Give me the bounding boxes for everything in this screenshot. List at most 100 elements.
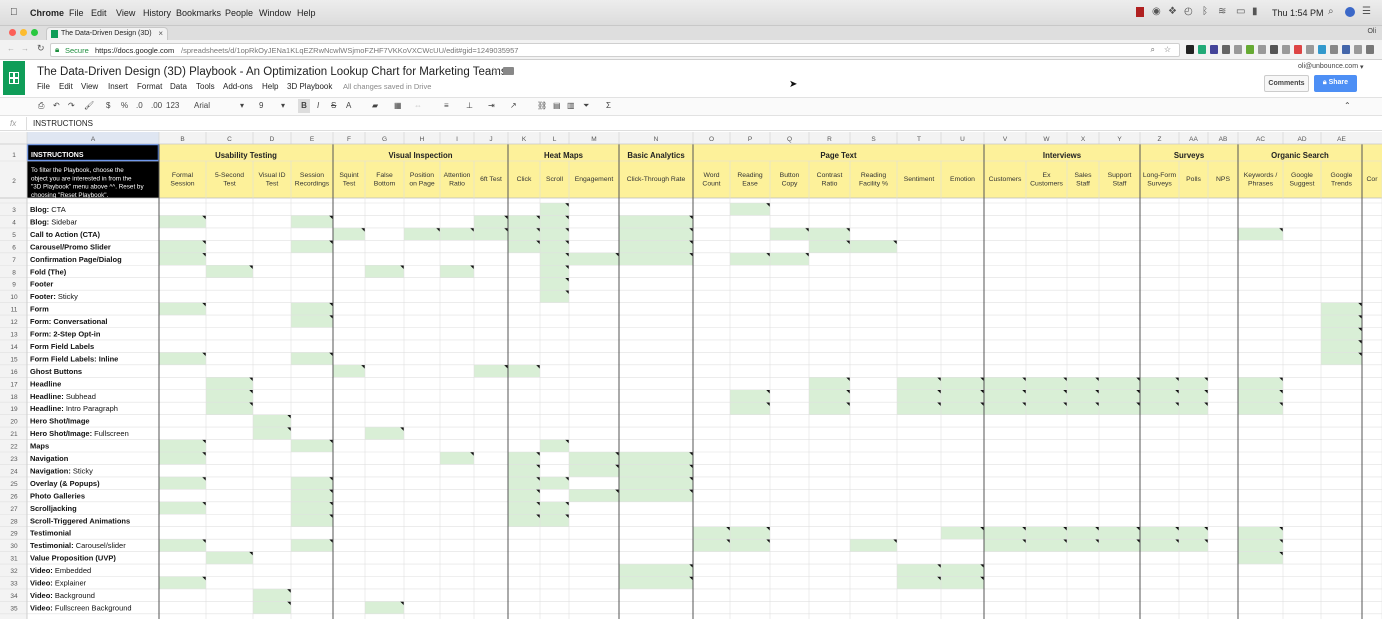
mac-menu-view[interactable]: View [116, 8, 135, 18]
matched-cell[interactable] [1179, 539, 1208, 552]
matched-cell[interactable] [508, 227, 540, 241]
matched-cell[interactable] [941, 389, 984, 403]
extension-icon[interactable] [1318, 45, 1326, 54]
matched-cell[interactable] [508, 240, 540, 253]
matched-cell[interactable] [1099, 402, 1140, 415]
matched-cell[interactable] [291, 501, 333, 515]
matched-cell[interactable] [540, 439, 569, 452]
minimize-window-icon[interactable] [20, 29, 27, 36]
matched-cell[interactable] [508, 452, 540, 465]
matched-cell[interactable] [291, 476, 333, 490]
matched-cell[interactable] [159, 352, 206, 365]
extension-icon[interactable] [1234, 45, 1242, 54]
matched-cell[interactable] [897, 576, 941, 589]
matched-cell[interactable] [984, 526, 1026, 540]
matched-cell[interactable] [693, 539, 730, 552]
matched-cell[interactable] [206, 389, 253, 403]
matched-cell[interactable] [619, 240, 693, 253]
matched-cell[interactable] [1321, 302, 1362, 316]
close-tab-icon[interactable]: × [158, 29, 163, 38]
matched-cell[interactable] [474, 215, 508, 228]
row-label[interactable]: Navigation [30, 454, 69, 463]
matched-cell[interactable] [540, 215, 569, 228]
matched-cell[interactable] [770, 252, 809, 266]
menu-3d-playbook[interactable]: 3D Playbook [287, 82, 332, 91]
percent-button[interactable]: % [121, 101, 128, 110]
matched-cell[interactable] [1179, 389, 1208, 403]
matched-cell[interactable] [941, 564, 984, 577]
spotlight-icon[interactable]: ⌕ [1328, 6, 1334, 17]
matched-cell[interactable] [291, 352, 333, 365]
undo-icon[interactable]: ↶ [53, 101, 60, 110]
matched-cell[interactable] [206, 402, 253, 415]
fill-color-icon[interactable]: ▰ [372, 101, 378, 110]
record-icon[interactable] [1136, 7, 1144, 17]
matched-cell[interactable] [440, 227, 474, 241]
matched-cell[interactable] [540, 476, 569, 490]
matched-cell[interactable] [1238, 551, 1283, 565]
italic-button[interactable]: I [317, 101, 319, 110]
redo-icon[interactable]: ↷ [68, 101, 75, 110]
more-formats-button[interactable]: 123 [166, 101, 179, 110]
matched-cell[interactable] [809, 389, 850, 403]
paint-format-icon[interactable]: 🖌︎ [84, 101, 94, 110]
mac-menu-edit[interactable]: Edit [91, 8, 107, 18]
matched-cell[interactable] [1026, 539, 1067, 552]
menu-edit[interactable]: Edit [59, 82, 73, 91]
mac-menu-file[interactable]: File [69, 8, 84, 18]
matched-cell[interactable] [253, 588, 291, 602]
matched-cell[interactable] [540, 501, 569, 515]
row-label[interactable]: Headline [30, 379, 61, 388]
row-label[interactable]: Ghost Buttons [30, 367, 82, 376]
row-label[interactable]: Value Proposition (UVP) [30, 554, 116, 563]
matched-cell[interactable] [291, 514, 333, 527]
matched-cell[interactable] [540, 203, 569, 216]
extension-icon[interactable] [1354, 45, 1362, 54]
matched-cell[interactable] [291, 439, 333, 452]
star-icon[interactable]: ☆ [489, 66, 498, 77]
user-email[interactable]: oli@unbounce.com [1298, 63, 1358, 70]
matched-cell[interactable] [333, 227, 365, 241]
matched-cell[interactable] [159, 576, 206, 589]
matched-cell[interactable] [850, 240, 897, 253]
row-label[interactable]: Maps [30, 442, 49, 451]
vertical-align-icon[interactable]: ⊥ [466, 101, 473, 110]
matched-cell[interactable] [508, 464, 540, 477]
borders-icon[interactable]: ▦ [394, 101, 402, 110]
matched-cell[interactable] [206, 551, 253, 565]
grid-canvas[interactable]: A B C D E F G H I J K L M N O P Q R S T U V W X Y Z AA AB AC AD AEINST… [0, 132, 1382, 619]
matched-cell[interactable] [206, 265, 253, 278]
matched-cell[interactable] [159, 476, 206, 490]
folder-icon[interactable] [503, 67, 514, 75]
menu-clock[interactable]: Thu 1:54 PM [1272, 8, 1324, 18]
matched-cell[interactable] [291, 489, 333, 502]
matched-cell[interactable] [730, 402, 770, 415]
matched-cell[interactable] [1140, 402, 1179, 415]
matched-cell[interactable] [730, 389, 770, 403]
matched-cell[interactable] [540, 265, 569, 278]
row-label[interactable]: Form: 2-Step Opt-in [30, 330, 101, 339]
matched-cell[interactable] [619, 452, 693, 465]
matched-cell[interactable] [159, 240, 206, 253]
row-label[interactable]: Headline: Intro Paragraph [30, 404, 118, 413]
matched-cell[interactable] [540, 227, 569, 241]
address-bar[interactable]: 🔒︎ Secure https://docs.google.com /sprea… [50, 43, 1180, 57]
notification-center-icon[interactable]: ☰ [1362, 6, 1371, 17]
dropbox-icon[interactable]: ❖ [1168, 6, 1177, 17]
extension-icon[interactable] [1186, 45, 1194, 54]
matched-cell[interactable] [1026, 526, 1067, 540]
mac-menu-help[interactable]: Help [297, 8, 316, 18]
matched-cell[interactable] [291, 215, 333, 228]
row-label[interactable]: Form: Conversational [30, 317, 108, 326]
matched-cell[interactable] [540, 290, 569, 303]
matched-cell[interactable] [1321, 315, 1362, 328]
extension-icon[interactable] [1330, 45, 1338, 54]
matched-cell[interactable] [1238, 539, 1283, 552]
row-label[interactable]: Blog: Sidebar [30, 217, 78, 226]
siri-icon[interactable] [1345, 7, 1355, 17]
matched-cell[interactable] [619, 227, 693, 241]
text-rotation-icon[interactable]: ↗ [510, 101, 517, 110]
menu-help[interactable]: Help [262, 82, 278, 91]
menu-format[interactable]: Format [137, 82, 162, 91]
row-label[interactable]: Photo Galleries [30, 491, 85, 500]
